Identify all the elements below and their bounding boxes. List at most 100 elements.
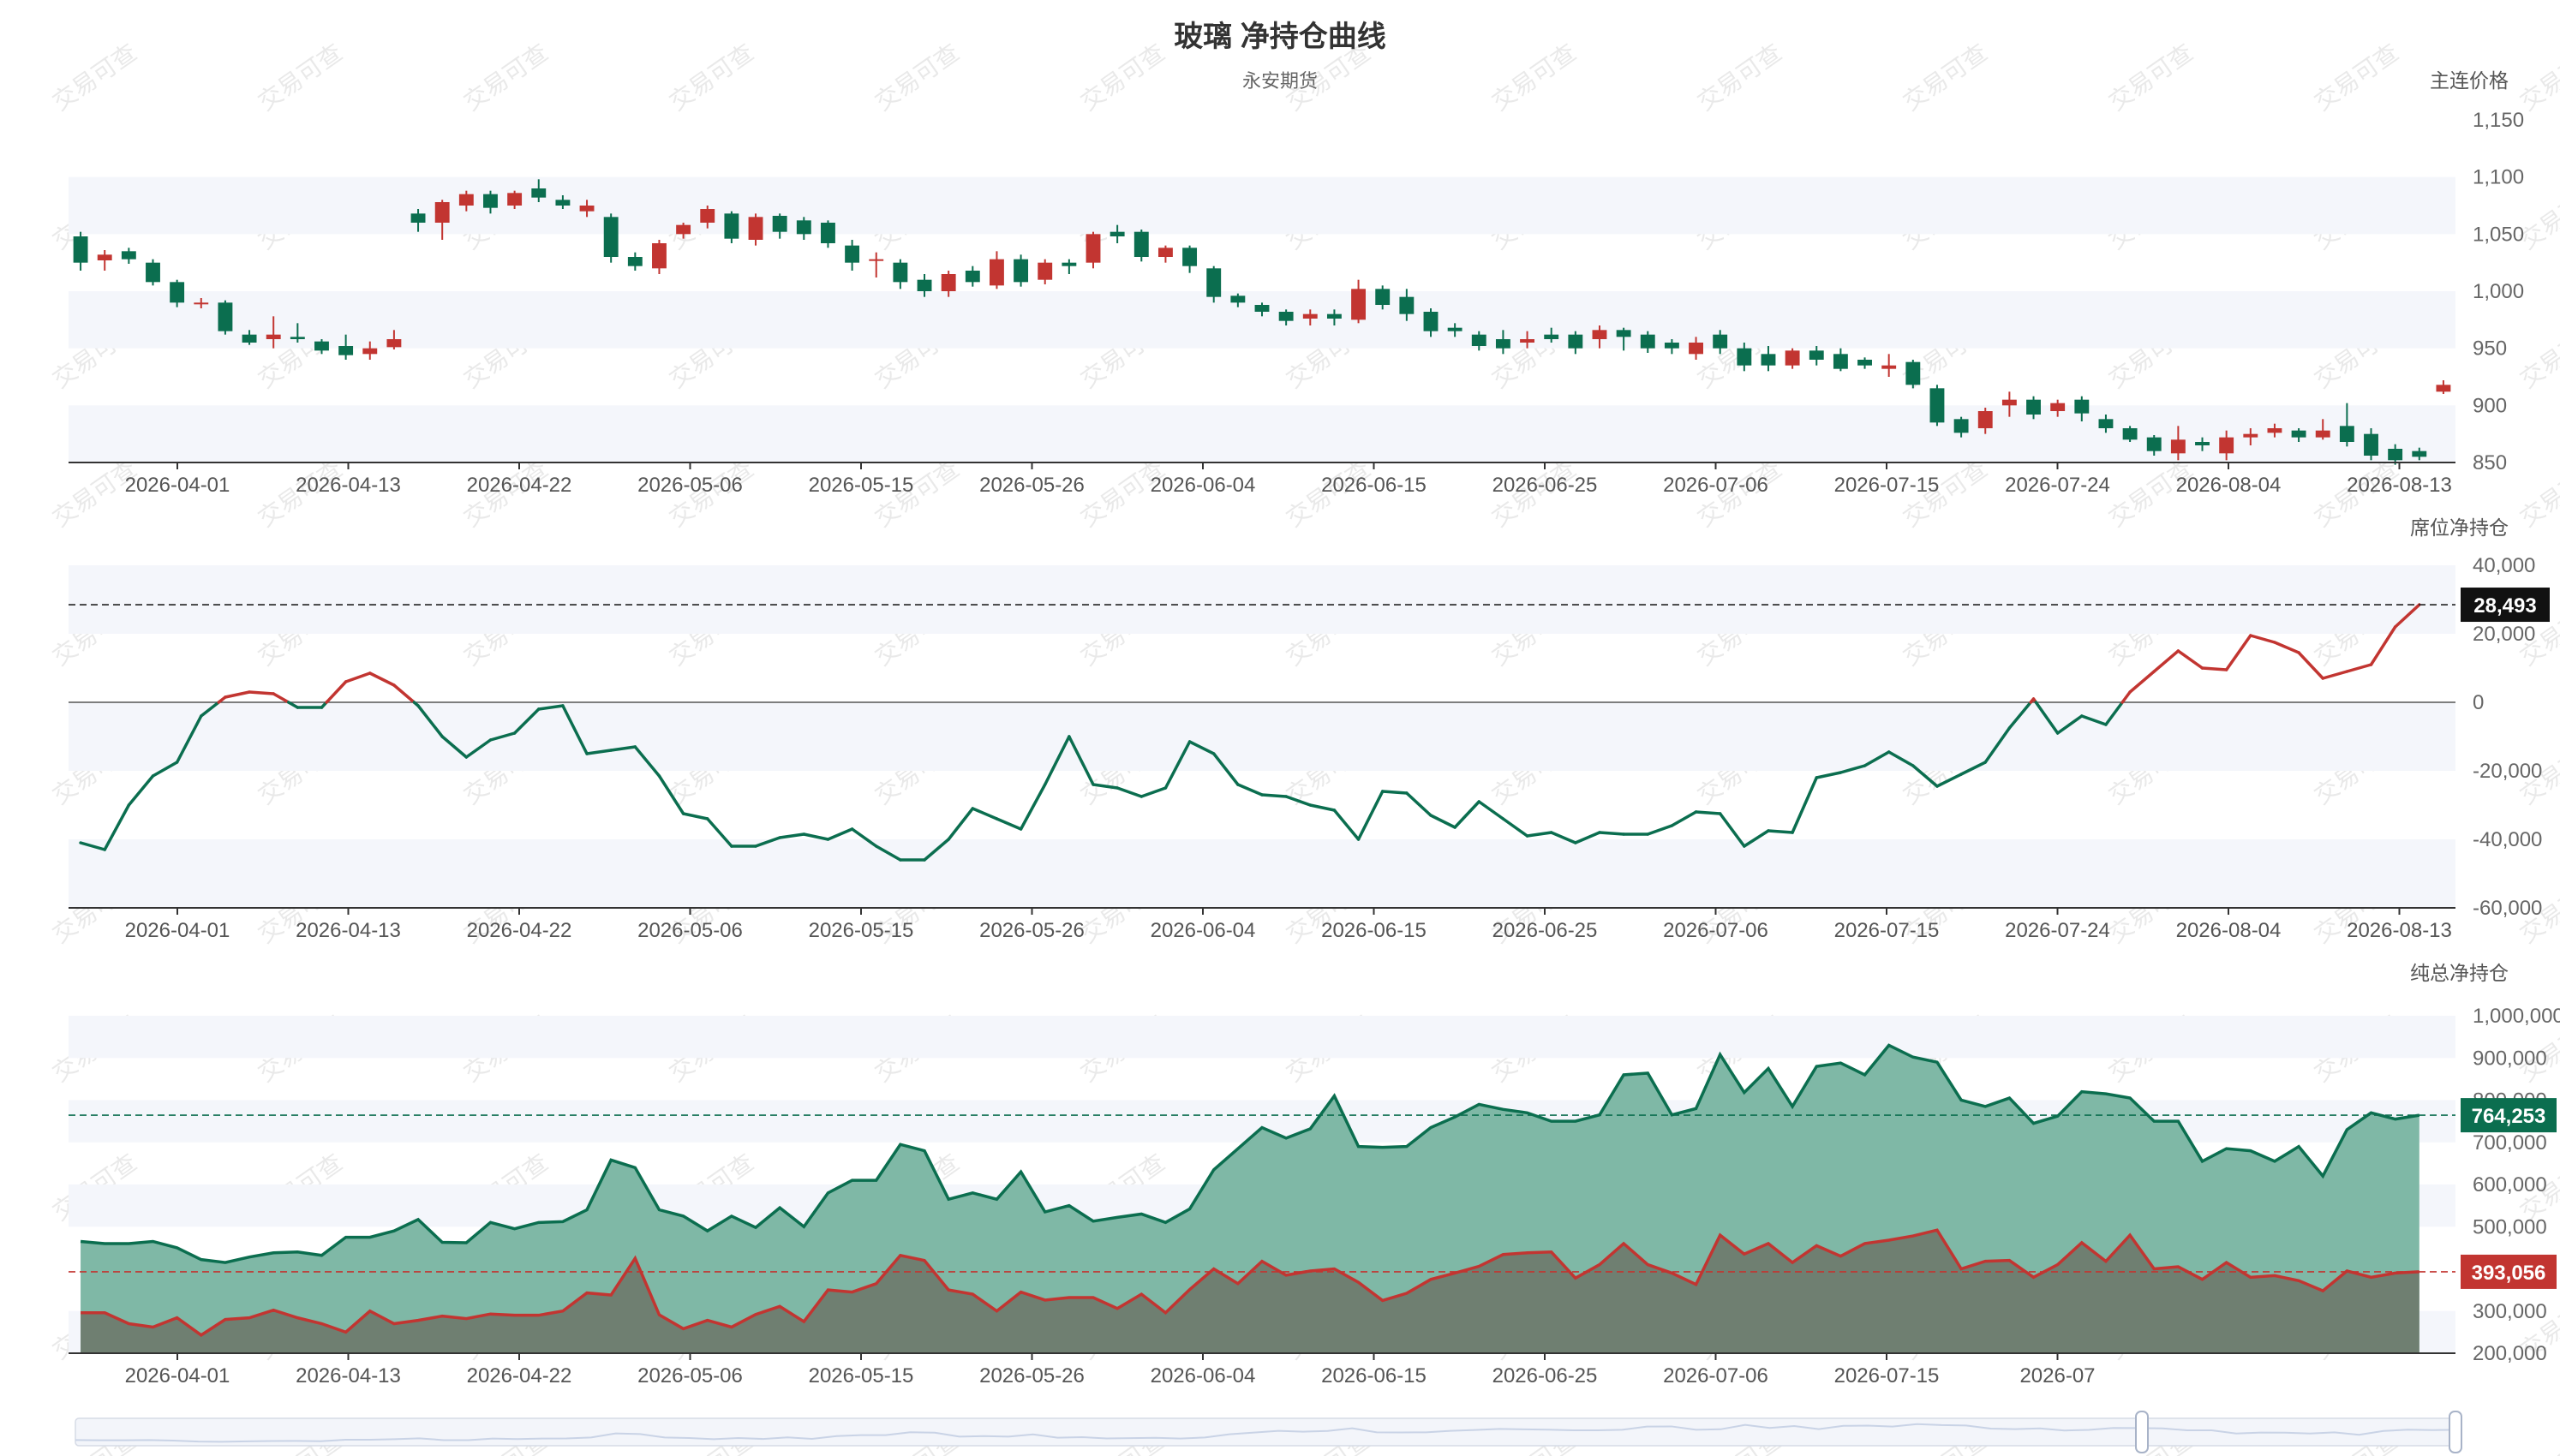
- candle-body: [1953, 419, 1969, 433]
- watermark-text: 交易可查: [1693, 39, 1787, 116]
- seat-net-segment: [224, 690, 251, 699]
- candle-body: [796, 220, 811, 235]
- watermark-text: 交易可查: [665, 39, 759, 116]
- candle-body: [1833, 354, 1848, 369]
- candle: [965, 266, 980, 287]
- last-value-badge-label: 764,253: [2472, 1105, 2546, 1128]
- candle-body: [2170, 439, 2186, 454]
- candle-body: [121, 251, 136, 260]
- y-tick-label: 850: [2473, 451, 2507, 474]
- seat-net-segment: [1525, 831, 1553, 838]
- watermark-text: 交易可查: [254, 39, 348, 116]
- candle: [990, 251, 1004, 289]
- candle-body: [2243, 433, 2258, 438]
- x-tick-label: 2026-05-15: [809, 1364, 914, 1387]
- candle-body: [2436, 385, 2451, 392]
- seat-net-segment: [1598, 831, 1625, 836]
- candle: [1351, 279, 1367, 324]
- candle: [1929, 385, 1945, 427]
- candle-body: [893, 262, 908, 283]
- candle-body: [362, 348, 378, 355]
- watermark-text: 交易可查: [2515, 39, 2560, 116]
- candle: [821, 220, 835, 248]
- candle-body: [1520, 339, 1534, 343]
- x-tick-label: 2026-07-24: [2005, 919, 2110, 942]
- candle-body: [1351, 289, 1367, 320]
- y-tick-label: 500,000: [2473, 1215, 2547, 1238]
- x-tick-label: 2026-06-04: [1151, 1364, 1256, 1387]
- seat-net-segment: [1260, 793, 1288, 798]
- x-tick-label: 2026-05-15: [809, 919, 914, 942]
- zoom-handle-right[interactable]: [2449, 1411, 2462, 1453]
- seat-net-segment: [1308, 803, 1337, 812]
- y-tick-label: 1,050: [2473, 223, 2524, 246]
- zoom-handle-left[interactable]: [2135, 1411, 2149, 1453]
- x-tick-label: 2026-07-15: [1834, 919, 1940, 942]
- x-tick-label: 2026-07-24: [2005, 474, 2110, 497]
- candle-body: [1929, 388, 1945, 423]
- grid-band: [69, 702, 2455, 771]
- candle: [97, 250, 112, 271]
- candle-body: [627, 257, 643, 266]
- x-tick-label: 2026-04-22: [467, 919, 572, 942]
- seat-net-segment: [368, 671, 396, 687]
- candle: [1182, 245, 1198, 273]
- candle-body: [386, 339, 402, 348]
- candle-body: [821, 223, 835, 243]
- candle-body: [410, 213, 426, 223]
- grid-band: [69, 405, 2455, 462]
- x-tick-label: 2026-04-13: [296, 1364, 401, 1387]
- x-tick-label: 2026-06-25: [1492, 919, 1598, 942]
- candle: [2122, 426, 2138, 442]
- candle-body: [2074, 399, 2090, 414]
- seat-net-segment: [778, 832, 806, 839]
- y-tick-label: 600,000: [2473, 1173, 2547, 1196]
- candle: [1833, 348, 1848, 372]
- candle: [1086, 231, 1101, 269]
- y-tick-label: -40,000: [2473, 828, 2542, 851]
- seat-net-segment: [2128, 670, 2156, 694]
- seat-net-segment: [1380, 790, 1409, 795]
- x-tick-label: 2026-06-15: [1321, 919, 1427, 942]
- seat-net-segment: [1332, 809, 1361, 841]
- x-tick-label: 2026-05-26: [979, 1364, 1085, 1387]
- seat-net-segment: [272, 692, 290, 704]
- seat-net-segment: [2152, 649, 2180, 673]
- candle-body: [1038, 262, 1053, 280]
- candle: [218, 300, 233, 335]
- seat-net-segment: [1694, 810, 1722, 815]
- candle: [146, 259, 160, 286]
- candle-body: [917, 279, 932, 291]
- x-tick-label: 2026-05-06: [637, 1364, 743, 1387]
- x-tick-label: 2026-08-13: [2347, 919, 2452, 942]
- seat-net-segment: [2249, 634, 2276, 644]
- candle-body: [1471, 334, 1486, 346]
- candle-body: [2219, 437, 2234, 454]
- candle: [1785, 348, 1800, 369]
- x-tick-label: 2026-07-06: [1663, 1364, 1768, 1387]
- candle-body: [218, 302, 233, 331]
- x-tick-label: 2026-04-01: [125, 919, 230, 942]
- candle: [1881, 354, 1897, 377]
- candle-body: [531, 188, 547, 198]
- candle: [772, 213, 787, 239]
- grid-band: [69, 176, 2455, 235]
- candle-body: [2146, 437, 2162, 451]
- candle: [1857, 357, 1872, 369]
- y-tick-label: 900: [2473, 394, 2507, 417]
- candle-body: [941, 274, 956, 291]
- candle-body: [242, 334, 257, 343]
- candle-body: [483, 194, 498, 208]
- seat-net-segment: [2200, 666, 2228, 671]
- x-tick-label: 2026-06-04: [1151, 474, 1256, 497]
- seat-net-segment: [1670, 810, 1698, 827]
- datazoom-slider[interactable]: [75, 1411, 2462, 1453]
- y-tick-label: 1,000: [2473, 280, 2524, 303]
- x-tick-label: 2026-06-15: [1321, 1364, 1427, 1387]
- y-tick-label: -60,000: [2473, 897, 2542, 920]
- candle: [869, 252, 884, 277]
- seat-net-position-panel: -60,000 -40,000 -20,000 0 20,000 40,000 席位净持仓 2…: [69, 516, 2550, 942]
- candle-body: [2267, 428, 2282, 433]
- candle-body: [458, 194, 474, 206]
- y-axis-name: 纯总净持仓: [2410, 962, 2509, 984]
